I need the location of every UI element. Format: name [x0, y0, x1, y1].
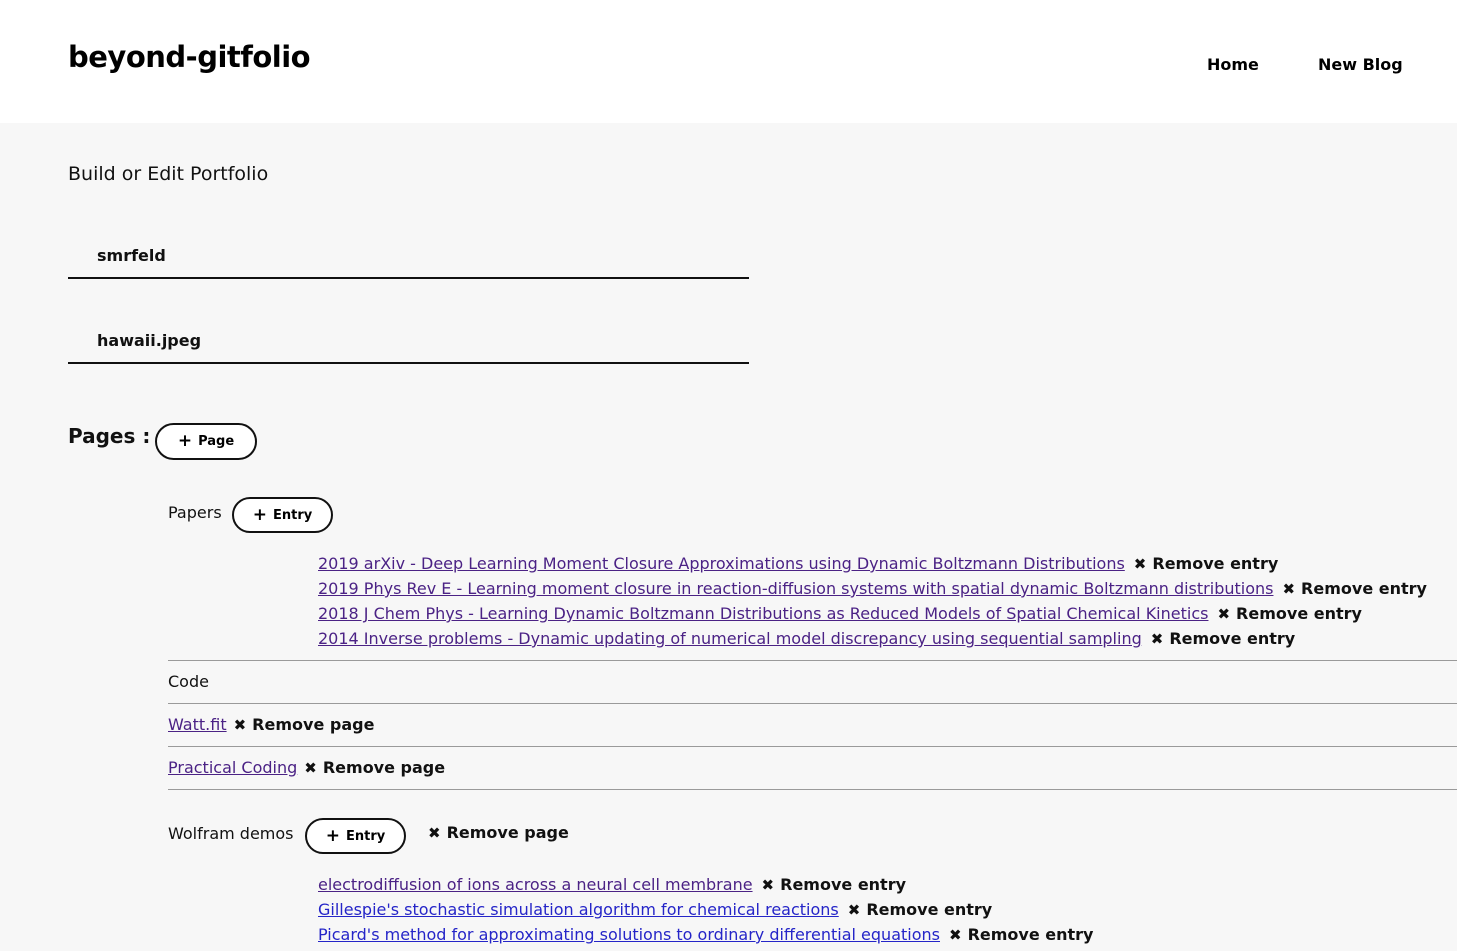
plus-icon: + — [325, 825, 340, 846]
close-icon: ✖ — [948, 926, 962, 944]
remove-entry-button[interactable]: ✖ Remove entry — [1151, 629, 1295, 648]
close-icon: ✖ — [428, 824, 441, 842]
entry-link[interactable]: Gillespie's stochastic simulation algori… — [318, 900, 839, 919]
page-name-papers: Papers — [168, 503, 222, 522]
pages-heading: Pages : — [68, 424, 151, 448]
plus-icon: + — [177, 431, 193, 451]
remove-entry-label: Remove entry — [1169, 629, 1296, 648]
remove-entry-label: Remove entry — [1236, 604, 1362, 623]
background-image-input[interactable] — [68, 318, 749, 364]
add-page-label: Page — [198, 434, 235, 449]
remove-page-button[interactable]: ✖ Remove page — [304, 758, 445, 777]
remove-entry-label: Remove entry — [866, 900, 993, 919]
remove-page-label: Remove page — [322, 758, 446, 777]
close-icon: ✖ — [1282, 580, 1296, 598]
entry-link[interactable]: 2018 J Chem Phys - Learning Dynamic Bolt… — [318, 604, 1208, 623]
username-input[interactable] — [68, 233, 749, 279]
page-link-practical-coding[interactable]: Practical Coding — [168, 758, 297, 777]
site-header: beyond-gitfolio Home New Blog — [0, 0, 1457, 123]
page-link-watt[interactable]: Watt.fit — [168, 715, 227, 734]
divider — [168, 660, 1457, 661]
remove-entry-label: Remove entry — [780, 875, 907, 894]
remove-page-label: Remove page — [252, 715, 375, 734]
close-icon: ✖ — [1150, 630, 1164, 648]
remove-entry-button[interactable]: ✖ Remove entry — [848, 900, 992, 919]
divider — [168, 746, 1457, 747]
list-item: 2014 Inverse problems - Dynamic updating… — [318, 629, 1295, 648]
remove-entry-button[interactable]: ✖ Remove entry — [1282, 579, 1426, 598]
list-item: electrodiffusion of ions across a neural… — [318, 875, 906, 894]
remove-entry-button[interactable]: ✖ Remove entry — [1134, 554, 1278, 573]
close-icon: ✖ — [1217, 605, 1231, 623]
page-name-code: Code — [168, 672, 209, 691]
page-name-wolfram-demos: Wolfram demos — [168, 824, 294, 843]
plus-icon: + — [252, 504, 267, 525]
add-entry-button-papers[interactable]: + Entry — [232, 497, 333, 533]
add-entry-label: Entry — [273, 507, 313, 523]
site-logo[interactable]: beyond-gitfolio — [68, 40, 311, 74]
entry-link[interactable]: 2014 Inverse problems - Dynamic updating… — [318, 629, 1142, 648]
close-icon: ✖ — [761, 876, 775, 894]
divider — [168, 703, 1457, 704]
page-title: Build or Edit Portfolio — [68, 163, 269, 185]
remove-entry-label: Remove entry — [967, 925, 1094, 944]
add-page-button[interactable]: + Page — [155, 423, 257, 460]
nav-new-blog-link[interactable]: New Blog — [1318, 55, 1403, 74]
close-icon: ✖ — [1133, 555, 1147, 573]
remove-entry-label: Remove entry — [1301, 579, 1427, 598]
entry-link[interactable]: electrodiffusion of ions across a neural… — [318, 875, 753, 894]
remove-page-button[interactable]: ✖ Remove page — [234, 715, 375, 734]
page-row-practical-coding: Practical Coding ✖ Remove page — [168, 758, 445, 777]
remove-entry-label: Remove entry — [1152, 554, 1279, 573]
nav-home-link[interactable]: Home — [1207, 55, 1259, 74]
remove-page-label: Remove page — [446, 823, 569, 842]
list-item: 2018 J Chem Phys - Learning Dynamic Bolt… — [318, 604, 1362, 623]
remove-page-button[interactable]: ✖ Remove page — [428, 823, 569, 842]
list-item: Gillespie's stochastic simulation algori… — [318, 900, 992, 919]
list-item: Picard's method for approximating soluti… — [318, 925, 1093, 944]
page-row-watt: Watt.fit ✖ Remove page — [168, 715, 374, 734]
close-icon: ✖ — [847, 901, 861, 919]
add-entry-button-wolfram[interactable]: + Entry — [305, 818, 406, 854]
entry-link[interactable]: 2019 arXiv - Deep Learning Moment Closur… — [318, 554, 1125, 573]
divider — [168, 789, 1457, 790]
entry-link[interactable]: 2019 Phys Rev E - Learning moment closur… — [318, 579, 1273, 598]
entry-link[interactable]: Picard's method for approximating soluti… — [318, 925, 940, 944]
remove-entry-button[interactable]: ✖ Remove entry — [949, 925, 1093, 944]
remove-entry-button[interactable]: ✖ Remove entry — [1217, 604, 1361, 623]
list-item: 2019 arXiv - Deep Learning Moment Closur… — [318, 554, 1278, 573]
list-item: 2019 Phys Rev E - Learning moment closur… — [318, 579, 1427, 598]
add-entry-label: Entry — [346, 828, 386, 844]
remove-entry-button[interactable]: ✖ Remove entry — [762, 875, 906, 894]
close-icon: ✖ — [233, 716, 247, 734]
close-icon: ✖ — [304, 759, 317, 777]
